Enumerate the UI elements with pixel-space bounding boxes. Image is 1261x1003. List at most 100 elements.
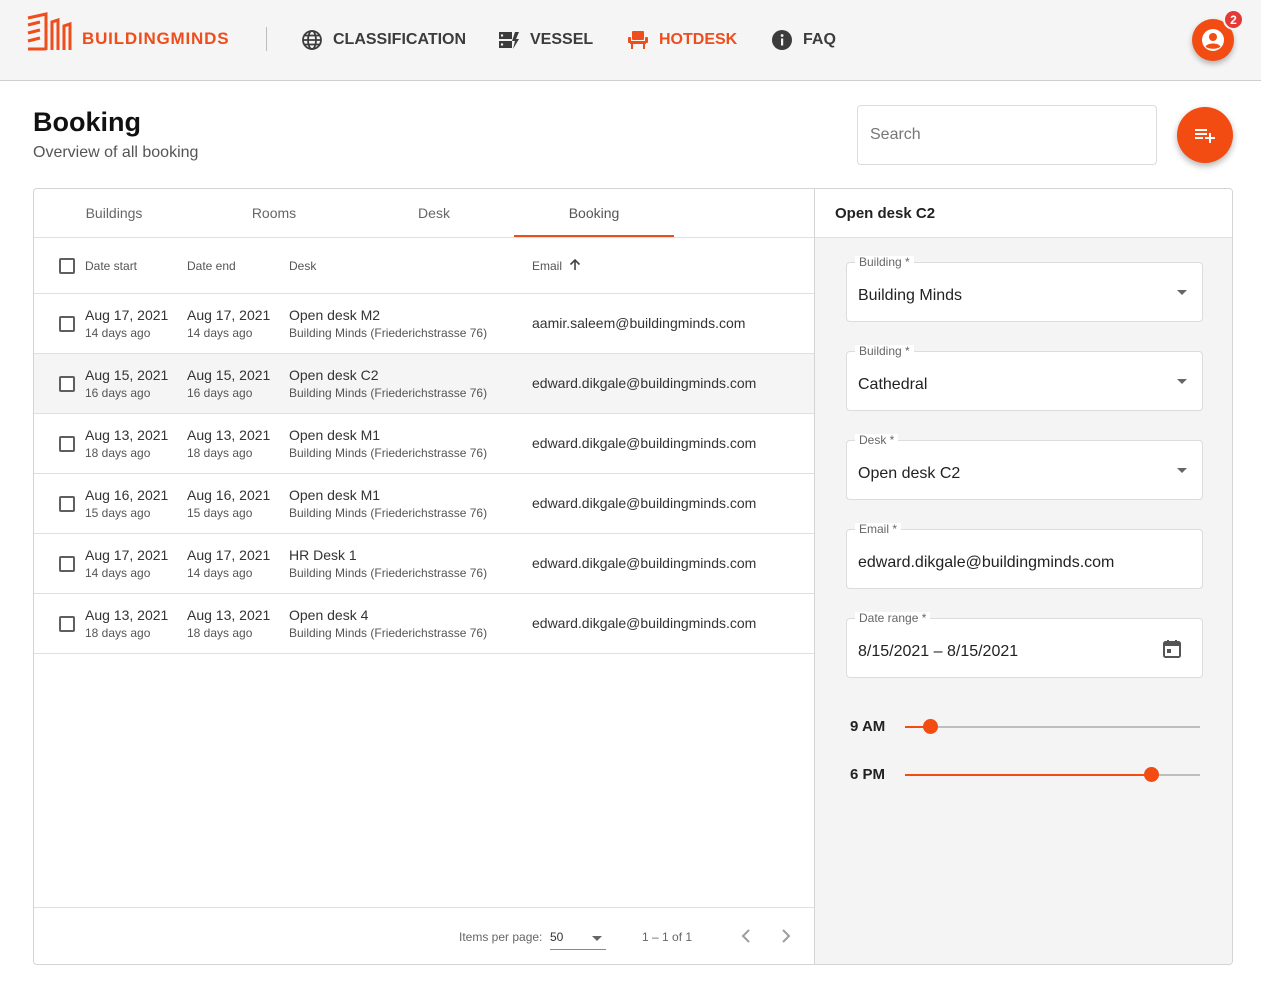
date-end-relative: 15 days ago [187, 506, 253, 520]
table-row[interactable]: Aug 17, 2021 14 days ago Aug 17, 2021 14… [34, 294, 814, 354]
date-start: Aug 13, 2021 [85, 607, 169, 623]
column-header-desk[interactable]: Desk [289, 259, 316, 273]
items-per-page-label: Items per page: [459, 930, 543, 944]
date-start-relative: 16 days ago [85, 386, 151, 400]
desk-name: Open desk M1 [289, 427, 381, 443]
date-end: Aug 17, 2021 [187, 547, 271, 563]
booking-detail-pane: Open desk C2 Building * Building Minds B… [814, 189, 1232, 964]
booking-email: aamir.saleem@buildingminds.com [532, 315, 746, 331]
sub-building-select-value: Cathedral [858, 376, 928, 393]
desk-name: Open desk 4 [289, 607, 369, 623]
dropdown-arrow-icon [1177, 468, 1187, 473]
sub-building-select-label: Building * [855, 345, 914, 358]
booking-email: edward.dikgale@buildingminds.com [532, 375, 757, 391]
table-row-selected[interactable]: Aug 15, 2021 16 days ago Aug 15, 2021 16… [34, 354, 814, 414]
page-subtitle: Overview of all booking [33, 144, 199, 161]
date-start: Aug 13, 2021 [85, 427, 169, 443]
select-all-checkbox[interactable] [59, 258, 75, 274]
booking-card: Buildings Rooms Desk Booking Date start … [33, 188, 1233, 965]
brand-name[interactable]: BUILDINGMINDS [82, 29, 229, 49]
desk-select[interactable]: Desk * Open desk C2 [846, 434, 1203, 500]
row-checkbox[interactable] [59, 376, 75, 392]
building-select-value: Building Minds [858, 287, 963, 304]
nav-vessel[interactable]: VESSEL [498, 27, 593, 53]
tab-booking[interactable]: Booking [514, 189, 674, 237]
page-range-label: 1 – 1 of 1 [642, 930, 693, 944]
top-bar: BUILDINGMINDS CLASSIFICATION VESSEL HOTD… [0, 0, 1261, 81]
booking-list-pane: Buildings Rooms Desk Booking Date start … [34, 189, 814, 964]
email-field-label: Email * [855, 523, 902, 536]
end-time-slider-thumb[interactable] [1144, 767, 1160, 782]
row-checkbox[interactable] [59, 436, 75, 452]
column-header-date-start[interactable]: Date start [85, 259, 137, 273]
calendar-icon[interactable] [1162, 639, 1182, 664]
nav-classification[interactable]: CLASSIFICATION [301, 27, 466, 53]
desk-name: Open desk M2 [289, 307, 381, 323]
search-input[interactable] [858, 106, 1156, 164]
date-end-relative: 16 days ago [187, 386, 253, 400]
email-field-value[interactable]: edward.dikgale@buildingminds.com [858, 554, 1114, 572]
start-time-slider[interactable] [905, 719, 1200, 734]
date-end-relative: 18 days ago [187, 626, 253, 640]
start-time-slider-thumb[interactable] [923, 719, 939, 734]
chevron-down-icon [592, 936, 602, 941]
desk-location: Building Minds (Friederichstrasse 76) [289, 326, 488, 340]
row-checkbox[interactable] [59, 496, 75, 512]
date-start-relative: 15 days ago [85, 506, 151, 520]
date-start-relative: 14 days ago [85, 566, 151, 580]
search-field[interactable] [857, 105, 1157, 165]
building-select-label: Building * [855, 256, 914, 269]
end-time-slider[interactable] [905, 767, 1200, 782]
table-row[interactable]: Aug 13, 2021 18 days ago Aug 13, 2021 18… [34, 594, 814, 654]
table-row[interactable]: Aug 17, 2021 14 days ago Aug 17, 2021 14… [34, 534, 814, 594]
chair-icon [627, 29, 649, 51]
date-end-relative: 18 days ago [187, 446, 253, 460]
table-row[interactable]: Aug 13, 2021 18 days ago Aug 13, 2021 18… [34, 414, 814, 474]
row-checkbox[interactable] [59, 316, 75, 332]
date-start-relative: 14 days ago [85, 326, 151, 340]
nav-hotdesk-label: HOTDESK [659, 31, 738, 48]
date-range-label: Date range * [855, 612, 931, 625]
globe-icon [301, 29, 323, 51]
row-checkbox[interactable] [59, 616, 75, 632]
info-icon [771, 29, 793, 51]
nav-vessel-label: VESSEL [530, 31, 594, 48]
sub-building-select[interactable]: Building * Cathedral [846, 345, 1203, 411]
nav-hotdesk[interactable]: HOTDESK [627, 27, 737, 53]
desk-location: Building Minds (Friederichstrasse 76) [289, 566, 488, 580]
column-header-email[interactable]: Email [532, 258, 581, 273]
items-per-page-select[interactable]: 50 [550, 924, 606, 950]
email-field[interactable]: Email * edward.dikgale@buildingminds.com [846, 523, 1203, 589]
dropdown-arrow-icon [1177, 379, 1187, 384]
buildingminds-logo-icon[interactable] [26, 12, 74, 52]
page-title: Booking [33, 107, 141, 137]
tab-rooms[interactable]: Rooms [194, 189, 354, 237]
previous-page-button[interactable] [734, 924, 758, 948]
end-time-slider-fill [905, 774, 1152, 776]
nav-faq[interactable]: FAQ [771, 27, 836, 53]
detail-header: Open desk C2 [815, 189, 1232, 238]
desk-select-value: Open desk C2 [858, 465, 961, 482]
date-range-field[interactable]: Date range * 8/15/2021 – 8/15/2021 [846, 612, 1203, 678]
booking-email: edward.dikgale@buildingminds.com [532, 495, 757, 511]
notification-badge[interactable]: 2 [1223, 9, 1244, 30]
active-tab-indicator [514, 235, 674, 237]
tab-bar: Buildings Rooms Desk Booking [34, 189, 814, 238]
date-start-relative: 18 days ago [85, 446, 151, 460]
add-booking-button[interactable] [1177, 107, 1233, 163]
date-start: Aug 17, 2021 [85, 547, 169, 563]
column-header-date-end[interactable]: Date end [187, 259, 236, 273]
date-range-value[interactable]: 8/15/2021 – 8/15/2021 [858, 643, 1018, 661]
next-page-button[interactable] [774, 924, 798, 948]
playlist-add-icon [1195, 129, 1215, 143]
booking-email: edward.dikgale@buildingminds.com [532, 555, 757, 571]
date-end: Aug 17, 2021 [187, 307, 271, 323]
row-checkbox[interactable] [59, 556, 75, 572]
desk-location: Building Minds (Friederichstrasse 76) [289, 446, 488, 460]
tab-desk[interactable]: Desk [354, 189, 514, 237]
tab-buildings[interactable]: Buildings [34, 189, 194, 237]
date-start: Aug 15, 2021 [85, 367, 169, 383]
nav-faq-label: FAQ [803, 31, 836, 48]
table-row[interactable]: Aug 16, 2021 15 days ago Aug 16, 2021 15… [34, 474, 814, 534]
building-select[interactable]: Building * Building Minds [846, 256, 1203, 322]
